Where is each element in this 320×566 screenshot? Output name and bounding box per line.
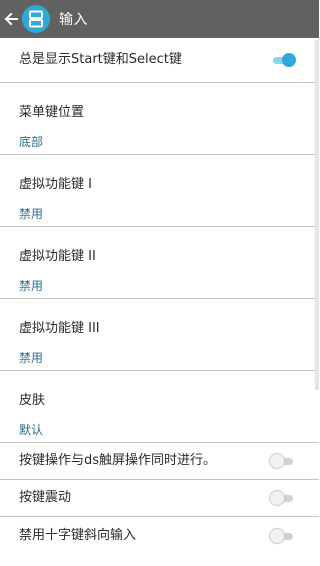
ds-logo-icon — [22, 5, 50, 33]
key-vibration-toggle[interactable] — [270, 491, 295, 505]
setting-virtual-key-1[interactable]: 虚拟功能键 I 禁用 — [0, 155, 319, 227]
scrollbar[interactable] — [315, 40, 319, 390]
show-start-select-toggle[interactable] — [271, 53, 296, 67]
setting-show-start-select[interactable]: 总是显示Start键和Select键 — [0, 38, 319, 83]
setting-disable-diagonal[interactable]: 禁用十字键斜向输入 — [0, 517, 319, 554]
toggle-thumb — [270, 491, 284, 505]
page-title: 输入 — [59, 12, 88, 28]
setting-label: 虚拟功能键 III — [19, 321, 100, 336]
setting-menu-key-position[interactable]: 菜单键位置 底部 — [0, 83, 319, 155]
setting-label: 皮肤 — [19, 393, 46, 408]
setting-label: 按键震动 — [19, 490, 72, 505]
setting-simultaneous-touch[interactable]: 按键操作与ds触屏操作同时进行。 — [0, 443, 319, 480]
disable-diagonal-toggle[interactable] — [270, 528, 295, 543]
setting-label: 虚拟功能键 I — [19, 177, 92, 192]
setting-label: 虚拟功能键 II — [19, 249, 96, 264]
setting-value: 默认 — [19, 423, 44, 437]
setting-label: 菜单键位置 — [19, 105, 85, 120]
simultaneous-touch-toggle[interactable] — [270, 454, 295, 468]
setting-label: 总是显示Start键和Select键 — [19, 52, 182, 67]
setting-label: 按键操作与ds触屏操作同时进行。 — [19, 453, 217, 468]
setting-label: 禁用十字键斜向输入 — [19, 527, 137, 543]
toggle-thumb — [270, 454, 284, 468]
setting-virtual-key-2[interactable]: 虚拟功能键 II 禁用 — [0, 227, 319, 299]
setting-key-vibration[interactable]: 按键震动 — [0, 480, 319, 517]
settings-list: 总是显示Start键和Select键 菜单键位置 底部 虚拟功能键 I 禁用 虚… — [0, 38, 319, 554]
setting-value: 禁用 — [19, 279, 44, 293]
app-window: 输入 总是显示Start键和Select键 菜单键位置 底部 虚拟功能键 I 禁… — [0, 0, 319, 566]
toolbar: 输入 — [0, 0, 319, 38]
setting-value: 底部 — [19, 135, 44, 149]
setting-value: 禁用 — [19, 351, 44, 365]
toggle-thumb — [282, 53, 296, 67]
arrow-left-icon — [4, 12, 18, 26]
setting-skin[interactable]: 皮肤 默认 — [0, 371, 319, 443]
toggle-thumb — [270, 528, 284, 543]
setting-virtual-key-3[interactable]: 虚拟功能键 III 禁用 — [0, 299, 319, 371]
setting-value: 禁用 — [19, 207, 44, 221]
back-button[interactable] — [0, 0, 22, 38]
